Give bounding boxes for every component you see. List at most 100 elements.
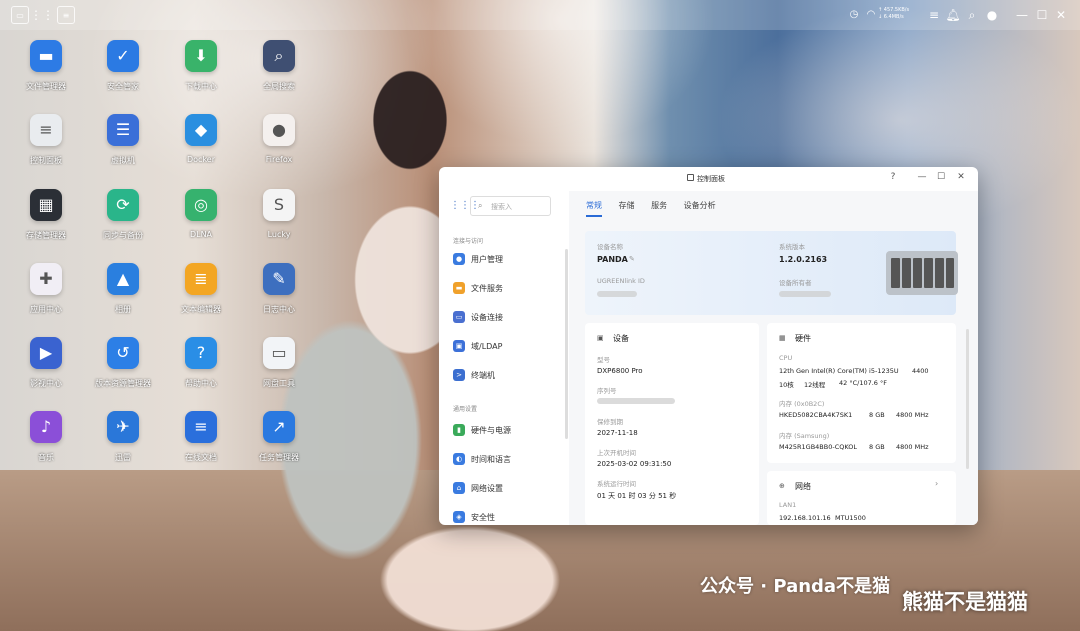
sidebar-item-label: 时间和语言: [471, 455, 511, 464]
close-icon[interactable]: ✕: [1052, 6, 1070, 24]
network-card[interactable]: ⊕ 网络 › LAN1 192.168.101.16 MTU1500: [767, 471, 956, 525]
desktop-app-cloud-drive[interactable]: ▭ 网盘工具: [241, 337, 317, 389]
disk-status-icon[interactable]: ◷: [845, 6, 863, 24]
desktop-app-sliders[interactable]: ≡ 控制面板: [8, 114, 84, 166]
desktop-app-download[interactable]: ⬇ 下载中心: [163, 40, 239, 92]
desktop-app-online-doc[interactable]: ≡ 在线文档: [163, 411, 239, 463]
sidebar-item-globe[interactable]: ◐ 时间和语言: [453, 450, 563, 470]
log-icon: ✎: [263, 263, 295, 295]
desktop-app-app-center[interactable]: ✚ 应用中心: [8, 263, 84, 315]
content-scrollbar[interactable]: [966, 329, 969, 469]
search-icon[interactable]: ⌕: [963, 6, 981, 24]
tab-general[interactable]: 常规: [586, 200, 602, 217]
notification-icon[interactable]: 🔔︎: [944, 6, 962, 24]
warranty-value: 2027-11-18: [597, 429, 638, 437]
network-icon: ⌂: [453, 482, 465, 494]
menu-icon[interactable]: ≡: [925, 6, 943, 24]
tab-storage[interactable]: 存储: [619, 200, 635, 215]
cpu-model: 12th Gen Intel(R) Core(TM) i5-1235U: [779, 367, 899, 375]
main-content: 常规 存储 服务 设备分析 设备名称 PANDA ✎ UGREENlink ID…: [569, 191, 978, 525]
sidebar-item-user[interactable]: ● 用户管理: [453, 250, 563, 270]
desktop-app-label: 在线文档: [185, 453, 217, 462]
system-version: 1.2.0.2163: [779, 255, 828, 264]
desktop-app-lucky[interactable]: S Lucky: [241, 189, 317, 239]
desktop-app-sync[interactable]: ⟳ 同步与备份: [85, 189, 161, 241]
device-name: PANDA: [597, 255, 628, 264]
maximize-button[interactable]: ☐: [934, 172, 948, 182]
memory2-part: M425R1GB4BB0-CQKOL: [779, 443, 857, 451]
tab-device-analysis[interactable]: 设备分析: [684, 200, 716, 215]
desktop-app-log[interactable]: ✎ 日志中心: [241, 263, 317, 315]
desktop-app-thunder[interactable]: ✈ 迅雷: [85, 411, 161, 463]
desktop-app-label: Docker: [186, 155, 215, 164]
help-button[interactable]: ?: [886, 172, 900, 182]
sidebar-item-folder-service[interactable]: ▬ 文件服务: [453, 279, 563, 299]
dlna-icon: ◎: [185, 189, 217, 221]
control-panel-icon: [687, 174, 694, 181]
desktop-app-label: 控制面板: [30, 156, 62, 165]
maximize-icon[interactable]: ☐: [1033, 6, 1051, 24]
sidebar-item-device-connect[interactable]: ▭ 设备连接: [453, 308, 563, 328]
network-arrow-icon[interactable]: ›: [935, 479, 938, 488]
watermark-account: 公众号 · Panda不是猫: [700, 576, 891, 597]
minimize-icon[interactable]: —: [1013, 6, 1031, 24]
thunder-icon: ✈: [107, 411, 139, 443]
docker-icon: ◆: [185, 114, 217, 146]
sidebar-item-ldap[interactable]: ▣ 域/LDAP: [453, 337, 563, 357]
sidebar-item-security[interactable]: ◈ 安全性: [453, 508, 563, 525]
search-placeholder: 搜索入: [491, 203, 512, 211]
desktop-app-shield[interactable]: ✓ 安全管家: [85, 40, 161, 92]
folder-icon: ▬: [30, 40, 62, 72]
desktop-app-text-editor[interactable]: ≣ 文本编辑器: [163, 263, 239, 315]
desktop-app-docker[interactable]: ◆ Docker: [163, 114, 239, 164]
desktop-app-label: 任务管理器: [259, 453, 299, 462]
model-value: DXP6800 Pro: [597, 367, 643, 375]
edit-icon[interactable]: ✎: [629, 255, 635, 263]
window-title: 控制面板: [697, 175, 725, 183]
section-connect: 连接与访问: [453, 238, 484, 245]
desktop-app-search[interactable]: ⌕ 全局搜索: [241, 40, 317, 92]
window-titlebar[interactable]: 控制面板 ? — ☐ ✕: [439, 167, 978, 191]
user-icon: ●: [453, 253, 465, 265]
minimize-button[interactable]: —: [915, 172, 929, 182]
user-icon[interactable]: ●: [983, 6, 1001, 24]
section-general: 通用设置: [453, 406, 478, 413]
folder-service-icon: ▬: [453, 282, 465, 294]
desktop-app-help[interactable]: ? 帮助中心: [163, 337, 239, 389]
text-editor-icon: ≣: [185, 263, 217, 295]
device-card: ▣ 设备 型号 DXP6800 Pro 序列号 保修到期 2027-11-18 …: [585, 323, 759, 525]
tab-services[interactable]: 服务: [651, 200, 667, 215]
control-panel-task-icon[interactable]: ≡: [57, 6, 75, 24]
sidebar-scrollbar[interactable]: [565, 249, 568, 439]
desktop-app-dlna[interactable]: ◎ DLNA: [163, 189, 239, 239]
desktop-app-video[interactable]: ▶ 影视中心: [8, 337, 84, 389]
sidebar-item-terminal[interactable]: > 终端机: [453, 366, 563, 386]
app-center-icon: ✚: [30, 263, 62, 295]
task-manager-icon: ↗: [263, 411, 295, 443]
lan-ip: 192.168.101.16: [779, 514, 831, 522]
desktop-app-photo[interactable]: ▲ 相册: [85, 263, 161, 315]
search-input[interactable]: ⌕ 搜索入: [470, 196, 551, 216]
desktop-app-firefox[interactable]: ● Firefox: [241, 114, 317, 164]
cpu-temperature: 42 °C/107.6 °F: [839, 379, 887, 387]
sidebar-item-power[interactable]: ▮ 硬件与电源: [453, 421, 563, 441]
close-button[interactable]: ✕: [954, 172, 968, 182]
desktop-app-server[interactable]: ☰ 虚拟机: [85, 114, 161, 166]
uptime-label: 系统运行时间: [597, 480, 636, 488]
memory1-speed: 4800 MHz: [896, 411, 929, 419]
window-switch-icon[interactable]: ▭: [11, 6, 29, 24]
cpu-frequency: 4400: [912, 367, 929, 375]
desktop-app-folder[interactable]: ▬ 文件管理器: [8, 40, 84, 92]
app-grid-icon[interactable]: ⋮⋮: [30, 6, 54, 24]
terminal-icon: >: [453, 369, 465, 381]
sidebar: ⋮⋮⋮ ⌕ 搜索入 连接与访问 通用设置 ● 用户管理 ▬ 文件服务 ▭ 设备连接 ▣ 域/L…: [439, 191, 569, 525]
desktop-app-label: 相册: [115, 305, 131, 314]
network-icon: ⊕: [779, 482, 785, 490]
firefox-icon: ●: [263, 114, 295, 146]
system-version-label: 系统版本: [779, 243, 805, 251]
desktop-app-task-manager[interactable]: ↗ 任务管理器: [241, 411, 317, 463]
desktop-app-music[interactable]: ♪ 音乐: [8, 411, 84, 463]
desktop-app-version[interactable]: ↺ 版本资源管理器: [85, 337, 161, 389]
sidebar-item-network[interactable]: ⌂ 网络设置: [453, 479, 563, 499]
desktop-app-storage[interactable]: ▦ 存储管理器: [8, 189, 84, 241]
